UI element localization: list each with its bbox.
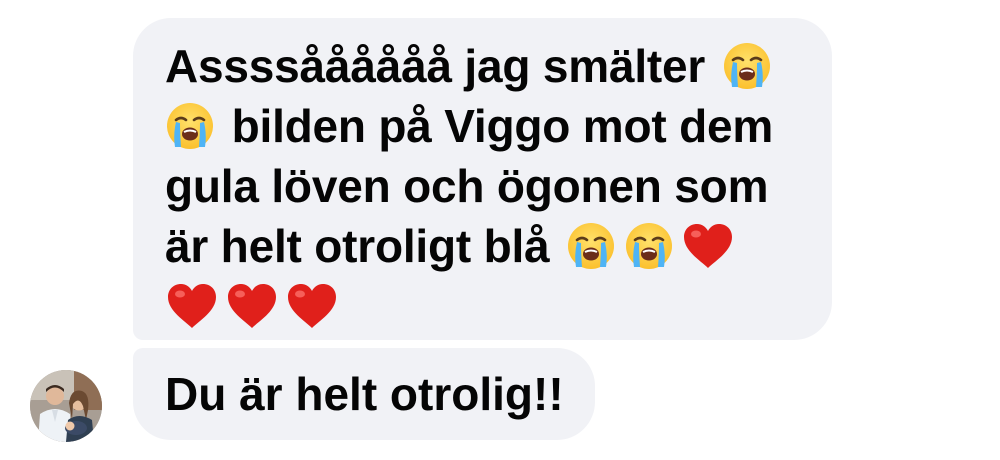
message-line: är helt otroligt blå: [165, 216, 802, 276]
message-text: Assssåååååå jag smälter: [165, 40, 706, 92]
message-line: bilden på Viggo mot dem: [165, 96, 802, 156]
loudly-crying-face-icon: [165, 101, 215, 151]
message-thread: Assssåååååå jag smälter bilden på Viggo …: [0, 0, 1000, 460]
message-text: Du är helt otrolig!!: [165, 368, 564, 420]
red-heart-icon: [225, 281, 279, 331]
loudly-crying-face-icon: [566, 221, 616, 271]
red-heart-icon: [285, 281, 339, 331]
message-text: bilden på Viggo mot dem: [231, 100, 774, 152]
avatar-photo: [30, 370, 102, 442]
message-text: gula löven och ögonen som: [165, 160, 769, 212]
message-bubble[interactable]: Du är helt otrolig!!: [133, 348, 595, 440]
loudly-crying-face-icon: [722, 41, 772, 91]
red-heart-icon: [165, 281, 219, 331]
message-line: [165, 276, 802, 336]
message-bubble[interactable]: Assssåååååå jag smälter bilden på Viggo …: [133, 18, 832, 340]
loudly-crying-face-icon: [624, 221, 674, 271]
message-text: är helt otroligt blå: [165, 220, 550, 272]
message-line: gula löven och ögonen som: [165, 156, 802, 216]
red-heart-icon: [681, 221, 735, 271]
avatar[interactable]: [30, 370, 102, 442]
message-line: Assssåååååå jag smälter: [165, 36, 802, 96]
